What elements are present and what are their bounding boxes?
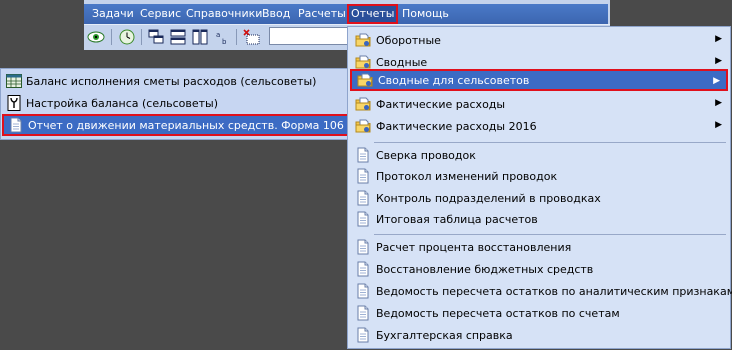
menu-item-bukhgalterskaya-spravka[interactable]: Бухгалтерская справка: [350, 324, 728, 346]
menu-reports[interactable]: Отчеты: [347, 4, 399, 24]
menu-item-label: Сводные: [376, 55, 428, 69]
menu-item-fakticheskie-raskhody-2016[interactable]: Фактические расходы 2016 ▶: [350, 115, 728, 137]
list-item[interactable]: Баланс исполнения сметы расходов (сельсо…: [2, 70, 350, 92]
submenu-arrow-icon: ▶: [715, 120, 722, 130]
folder-icon: [357, 72, 373, 88]
document-icon: [355, 147, 371, 163]
submenu-arrow-icon: ▶: [715, 56, 722, 66]
menu-item-svodnye-selsovety[interactable]: Сводные для сельсоветов ▶: [350, 69, 728, 91]
cascade-windows-icon[interactable]: [146, 28, 166, 46]
menu-item-label: Итоговая таблица расчетов: [376, 212, 538, 226]
submenu-arrow-icon: ▶: [715, 34, 722, 44]
clock-icon[interactable]: [117, 28, 137, 46]
document-icon: [355, 211, 371, 227]
list-item-label: Отчет о движении материальных средств. Ф…: [28, 118, 344, 132]
menu-item-itogovaya-tablitsa[interactable]: Итоговая таблица расчетов: [350, 208, 728, 230]
toolbar-separator: [141, 29, 142, 45]
menu-item-label: Ведомость пересчета остатков по аналитич…: [376, 284, 732, 298]
menu-item-oborotnye[interactable]: Оборотные ▶: [350, 29, 728, 51]
tile-vertical-icon[interactable]: [190, 28, 210, 46]
menu-help[interactable]: Помощь: [402, 4, 449, 24]
menu-item-label: Ведомость пересчета остатков по счетам: [376, 306, 620, 320]
menu-item-vedomost-analiticheskie[interactable]: Ведомость пересчета остатков по аналитич…: [350, 280, 732, 302]
menu-item-label: Фактические расходы 2016: [376, 119, 537, 133]
menu-item-label: Протокол изменений проводок: [376, 169, 558, 183]
document-icon: [355, 305, 371, 321]
menu-item-protokol-izmeneniy[interactable]: Протокол изменений проводок: [350, 165, 728, 187]
document-icon: [355, 327, 371, 343]
report-list-panel: Баланс исполнения сметы расходов (сельсо…: [0, 68, 352, 140]
menubar: Задачи Сервис Справочники Ввод Расчеты О…: [84, 4, 608, 24]
folder-icon: [355, 96, 371, 112]
menu-item-label: Фактические расходы: [376, 97, 506, 111]
svg-text:a: a: [216, 31, 220, 39]
menu-calculations[interactable]: Расчеты: [298, 4, 346, 24]
document-icon: [8, 117, 24, 133]
folder-icon: [355, 32, 371, 48]
reports-dropdown-menu: Оборотные ▶ Сводные ▶ Сводные для сельсо…: [347, 26, 732, 349]
settings-doc-icon: [6, 95, 22, 111]
list-item-selected[interactable]: Отчет о движении материальных средств. Ф…: [2, 114, 350, 136]
menu-item-label: Контроль подразделений в проводках: [376, 191, 601, 205]
document-icon: [355, 239, 371, 255]
menu-item-label: Сверка проводок: [376, 148, 476, 162]
menu-item-fakticheskie-raskhody[interactable]: Фактические расходы ▶: [350, 93, 728, 115]
list-item-label: Баланс исполнения сметы расходов (сельсо…: [26, 74, 317, 88]
menu-tasks[interactable]: Задачи: [92, 4, 134, 24]
list-item-label: Настройка баланса (сельсоветы): [26, 96, 219, 110]
toolbar-separator: [236, 29, 237, 45]
menu-item-sverka-provodok[interactable]: Сверка проводок: [350, 144, 728, 166]
menu-references[interactable]: Справочники: [186, 4, 262, 24]
delete-grid-icon[interactable]: [242, 28, 262, 46]
document-icon: [355, 283, 371, 299]
document-icon: [355, 168, 371, 184]
menu-item-kontrol-podrazdeleniy[interactable]: Контроль подразделений в проводках: [350, 187, 728, 209]
submenu-arrow-icon: ▶: [713, 76, 720, 86]
table-icon: [6, 73, 22, 89]
list-item[interactable]: Настройка баланса (сельсоветы): [2, 92, 350, 114]
tile-horizontal-icon[interactable]: [168, 28, 188, 46]
menu-item-raschet-protsenta[interactable]: Расчет процента восстановления: [350, 236, 728, 258]
document-icon: [355, 190, 371, 206]
menu-item-label: Восстановление бюджетных средств: [376, 262, 594, 276]
eye-icon[interactable]: [86, 28, 106, 46]
toolbar-input[interactable]: [269, 27, 349, 45]
menu-item-label: Расчет процента восстановления: [376, 240, 572, 254]
document-icon: [355, 261, 371, 277]
folder-icon: [355, 54, 371, 70]
menu-item-vosstanovlenie-sredstv[interactable]: Восстановление бюджетных средств: [350, 258, 728, 280]
menu-input[interactable]: Ввод: [262, 4, 290, 24]
folder-icon: [355, 118, 371, 134]
menu-item-label: Бухгалтерская справка: [376, 328, 513, 342]
menu-item-vedomost-scheta[interactable]: Ведомость пересчета остатков по счетам: [350, 302, 728, 324]
toolbar-separator: [111, 29, 112, 45]
menu-item-label: Оборотные: [376, 33, 441, 47]
menu-separator: [374, 142, 726, 143]
svg-text:b: b: [222, 38, 227, 45]
submenu-arrow-icon: ▶: [715, 98, 722, 108]
menu-separator: [374, 234, 726, 235]
menu-service[interactable]: Сервис: [140, 4, 181, 24]
sort-icon[interactable]: ab: [212, 28, 232, 46]
menu-item-label: Сводные для сельсоветов: [378, 73, 530, 87]
